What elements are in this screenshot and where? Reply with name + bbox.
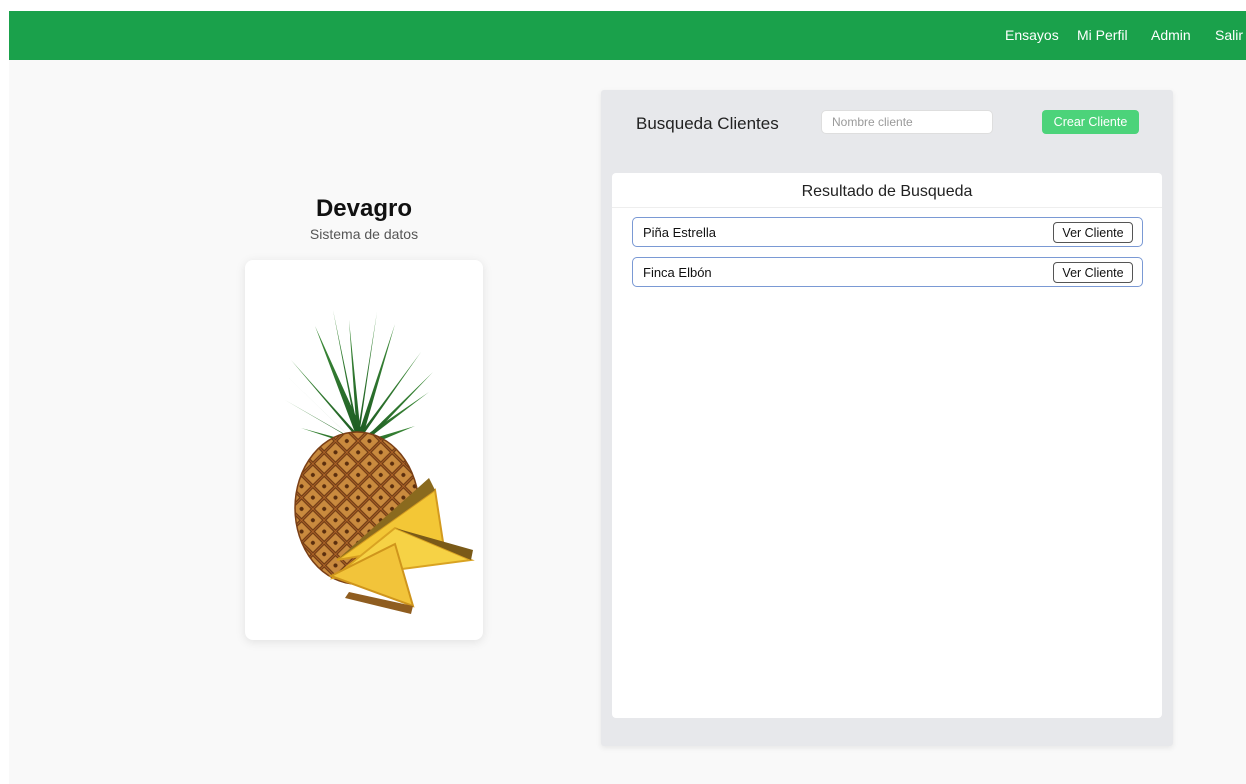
nav-item-mi-perfil[interactable]: Mi Perfil <box>1077 27 1128 43</box>
results-card: Resultado de Busqueda Piña Estrella Ver … <box>612 173 1162 718</box>
nav-item-ensayos[interactable]: Ensayos <box>1005 27 1059 43</box>
results-title: Resultado de Busqueda <box>801 183 973 200</box>
nav-item-admin[interactable]: Admin <box>1151 27 1191 43</box>
client-name-search-input[interactable] <box>821 110 993 134</box>
image-card <box>245 260 483 640</box>
result-row: Finca Elbón Ver Cliente <box>632 257 1143 287</box>
brand-subtitle: Sistema de datos <box>309 226 419 242</box>
client-name: Piña Estrella <box>643 225 716 240</box>
brand-title: Devagro <box>315 195 413 222</box>
client-search-panel: Busqueda Clientes Crear Cliente Resultad… <box>601 90 1173 746</box>
top-navbar: Ensayos Mi Perfil Admin Salir <box>9 11 1246 60</box>
page: Ensayos Mi Perfil Admin Salir Devagro Si… <box>9 11 1246 784</box>
view-client-button[interactable]: Ver Cliente <box>1053 222 1133 243</box>
result-row: Piña Estrella Ver Cliente <box>632 217 1143 247</box>
create-client-button[interactable]: Crear Cliente <box>1042 110 1139 134</box>
panel-title: Busqueda Clientes <box>636 114 779 133</box>
pineapple-image <box>285 310 475 614</box>
view-client-button[interactable]: Ver Cliente <box>1053 262 1133 283</box>
divider <box>612 207 1162 208</box>
client-name: Finca Elbón <box>643 265 712 280</box>
nav-item-salir[interactable]: Salir <box>1215 27 1243 43</box>
